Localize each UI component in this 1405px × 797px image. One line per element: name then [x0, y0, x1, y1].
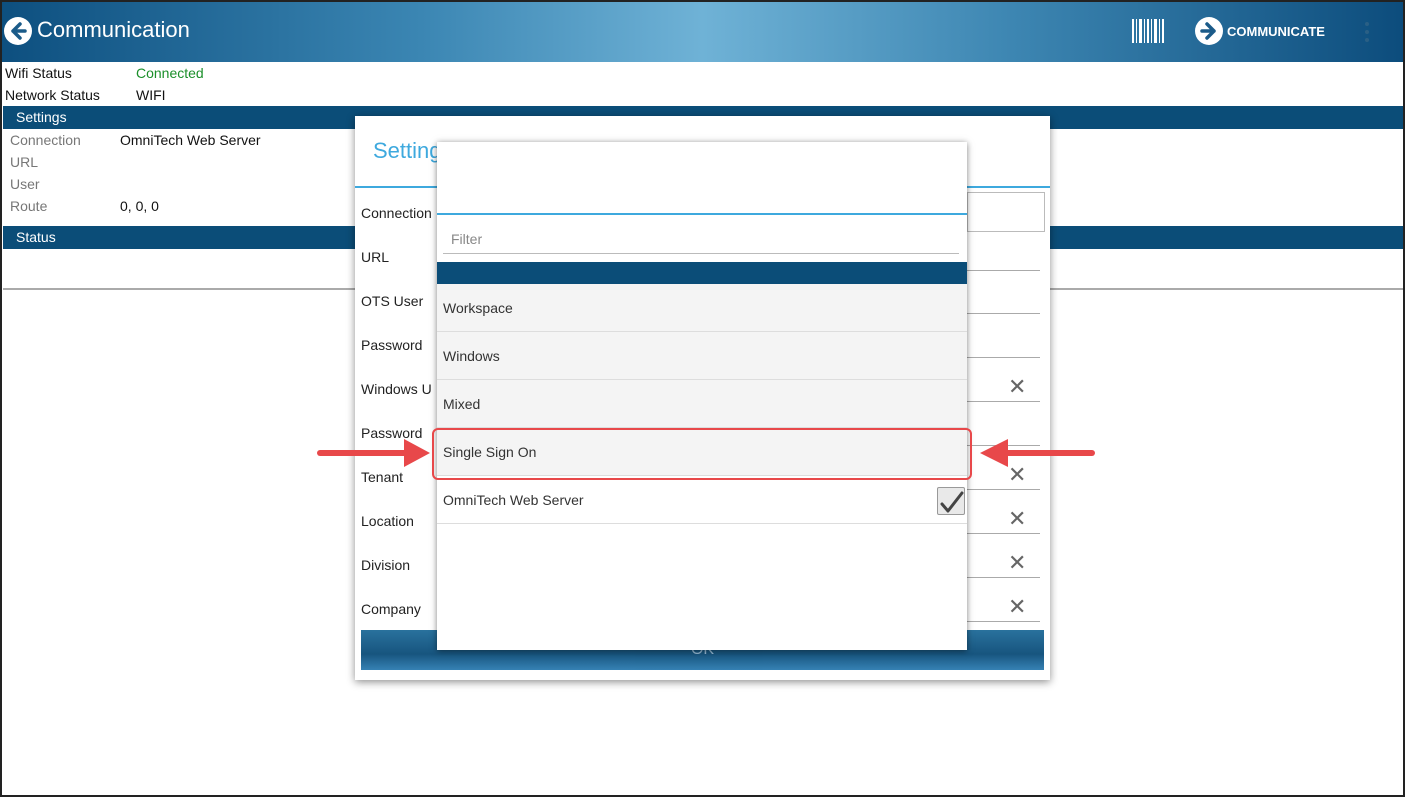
- filter-input[interactable]: [443, 224, 959, 254]
- communicate-label: COMMUNICATE: [1227, 23, 1325, 39]
- settings-route-label: Route: [10, 198, 48, 214]
- app-header: Communication COMMUNICATE: [0, 0, 1405, 62]
- dialog-password-label: Password: [361, 337, 423, 353]
- clear-division-icon[interactable]: ✕: [1008, 550, 1026, 576]
- clear-windows-user-icon[interactable]: ✕: [1008, 374, 1026, 400]
- password-input[interactable]: [967, 357, 1040, 358]
- company-input[interactable]: [967, 621, 1040, 622]
- option-label: OmniTech Web Server: [443, 492, 584, 508]
- annotation-arrow-right-icon: [317, 439, 430, 467]
- settings-route-value: 0, 0, 0: [120, 198, 159, 214]
- option-omnitech-web-server[interactable]: OmniTech Web Server: [437, 476, 967, 524]
- option-label: Workspace: [443, 300, 513, 316]
- dialog-tenant-label: Tenant: [361, 469, 404, 485]
- annotation-highlight-box: [432, 428, 972, 480]
- option-label: Mixed: [443, 396, 481, 412]
- clear-company-icon[interactable]: ✕: [1008, 594, 1026, 620]
- dialog-url-label: URL: [361, 249, 390, 265]
- option-windows[interactable]: Windows: [437, 332, 967, 380]
- tenant-input[interactable]: [967, 489, 1040, 490]
- connection-dropdown: Workspace Windows Mixed Single Sign On O…: [437, 142, 967, 650]
- settings-connection-label: Connection: [10, 132, 81, 148]
- checkmark-icon[interactable]: [937, 487, 965, 515]
- connection-select[interactable]: [967, 192, 1045, 232]
- dropdown-divider: [437, 213, 967, 215]
- windows-user-input[interactable]: [967, 401, 1040, 402]
- ots-user-input[interactable]: [967, 313, 1040, 314]
- dialog-connection-label: Connection: [361, 205, 432, 221]
- option-workspace[interactable]: Workspace: [437, 284, 967, 332]
- wifi-status-label: Wifi Status: [5, 65, 72, 81]
- dialog-company-label: Company: [361, 601, 421, 617]
- dialog-division-label: Division: [361, 557, 411, 573]
- network-status-value: WIFI: [136, 87, 166, 103]
- division-input[interactable]: [967, 577, 1040, 578]
- communicate-button[interactable]: COMMUNICATE: [1195, 17, 1325, 45]
- barcode-scan-icon[interactable]: [1131, 18, 1165, 44]
- dialog-windows-user-label: Windows U: [361, 381, 432, 397]
- clear-location-icon[interactable]: ✕: [1008, 506, 1026, 532]
- page-title: Communication: [37, 17, 190, 42]
- dialog-location-label: Location: [361, 513, 414, 529]
- option-label: Windows: [443, 348, 500, 364]
- location-input[interactable]: [967, 533, 1040, 534]
- settings-user-label: User: [10, 176, 40, 192]
- settings-connection-value: OmniTech Web Server: [120, 132, 261, 148]
- url-input[interactable]: [967, 270, 1040, 271]
- wifi-status-value: Connected: [136, 65, 204, 81]
- forward-arrow-icon: [1195, 17, 1223, 45]
- annotation-arrow-left-icon: [980, 439, 1095, 467]
- option-mixed[interactable]: Mixed: [437, 380, 967, 428]
- dropdown-header-band: [437, 262, 967, 284]
- network-status-label: Network Status: [5, 87, 100, 103]
- overflow-menu-icon[interactable]: [1363, 20, 1371, 44]
- back-arrow-icon[interactable]: [4, 17, 32, 45]
- dialog-ots-user-label: OTS User: [361, 293, 424, 309]
- dialog-title: Setting: [373, 138, 442, 163]
- settings-url-label: URL: [10, 154, 39, 170]
